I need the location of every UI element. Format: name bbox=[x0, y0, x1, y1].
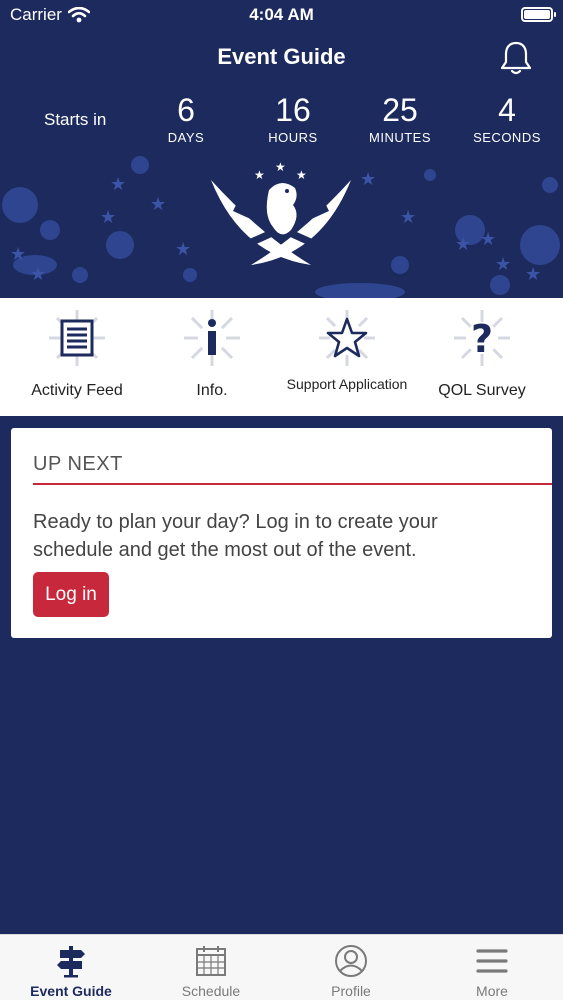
tab-event-guide[interactable]: Event Guide bbox=[1, 935, 141, 1000]
up-next-message: Ready to plan your day? Log in to create… bbox=[33, 511, 438, 561]
quick-link-info[interactable]: Info. bbox=[142, 298, 282, 416]
up-next-title: UP NEXT bbox=[33, 453, 123, 475]
quick-link-support-application[interactable]: Support Application bbox=[277, 298, 417, 416]
document-icon bbox=[49, 310, 105, 366]
svg-text:★: ★ bbox=[254, 168, 265, 182]
quick-link-label: QOL Survey bbox=[438, 382, 526, 399]
svg-text:★: ★ bbox=[30, 264, 46, 285]
countdown-hours: 16 HOURS bbox=[248, 92, 338, 145]
question-icon: ? bbox=[454, 310, 510, 366]
calendar-icon bbox=[196, 946, 226, 976]
battery-icon bbox=[521, 7, 556, 22]
countdown-banner: ★ ★ ★ ★ ★ ★ ★ ★ ★ ★ ★ ★ ★ ★ ★ Starts in 6 DAYS 1… bbox=[0, 90, 563, 298]
svg-text:★: ★ bbox=[360, 169, 376, 190]
tab-label: Schedule bbox=[181, 983, 241, 999]
info-icon bbox=[184, 310, 240, 366]
countdown-seconds: 4 SECONDS bbox=[462, 92, 552, 145]
bell-icon[interactable] bbox=[499, 40, 533, 76]
svg-text:?: ? bbox=[471, 317, 493, 361]
countdown-value: 25 bbox=[382, 92, 418, 128]
signpost-icon bbox=[57, 946, 85, 978]
status-time: 4:04 AM bbox=[249, 5, 314, 24]
menu-icon bbox=[476, 949, 508, 973]
countdown-days: 6 DAYS bbox=[141, 92, 231, 145]
svg-text:★: ★ bbox=[10, 244, 26, 265]
svg-text:★: ★ bbox=[175, 239, 191, 260]
countdown-value: 4 bbox=[498, 92, 516, 128]
tab-profile[interactable]: Profile bbox=[281, 935, 421, 1000]
countdown-value: 6 bbox=[177, 92, 195, 128]
svg-text:★: ★ bbox=[100, 207, 116, 228]
svg-text:★: ★ bbox=[480, 229, 496, 250]
svg-text:★: ★ bbox=[275, 160, 286, 174]
quick-links-panel: Activity Feed Info. Support Application bbox=[0, 298, 563, 416]
quick-link-qol-survey[interactable]: ? QOL Survey bbox=[412, 298, 552, 416]
countdown-minutes: 25 MINUTES bbox=[355, 92, 445, 145]
svg-text:★: ★ bbox=[110, 174, 126, 195]
star-icon bbox=[319, 310, 375, 366]
countdown-unit: DAYS bbox=[167, 130, 205, 145]
countdown-unit: MINUTES bbox=[369, 130, 431, 145]
countdown-unit: SECONDS bbox=[473, 130, 541, 145]
tab-schedule[interactable]: Schedule bbox=[141, 935, 281, 1000]
starry-banner-graphic: ★★ ★ ★★ ★ ★★★ ★★★ ★ ★ ★ bbox=[0, 145, 563, 298]
svg-text:★: ★ bbox=[455, 234, 471, 255]
starts-in-label: Starts in bbox=[44, 110, 107, 129]
up-next-card: UP NEXT Ready to plan your day? Log in t… bbox=[11, 428, 552, 638]
quick-link-label: Activity Feed bbox=[31, 382, 123, 399]
profile-icon bbox=[335, 945, 367, 977]
quick-link-activity-feed[interactable]: Activity Feed bbox=[7, 298, 147, 416]
tab-label: Event Guide bbox=[30, 983, 112, 999]
svg-text:★: ★ bbox=[296, 168, 307, 182]
quick-link-label: Support Application bbox=[286, 376, 408, 392]
svg-text:★: ★ bbox=[400, 207, 416, 228]
svg-text:★: ★ bbox=[495, 254, 511, 275]
card-divider bbox=[33, 483, 552, 485]
countdown-value: 16 bbox=[275, 92, 311, 128]
page-title: Event Guide bbox=[217, 44, 346, 69]
status-bar: Carrier 4:04 AM bbox=[0, 0, 563, 30]
login-button[interactable]: Log in bbox=[33, 572, 109, 617]
tab-bar: Event Guide Schedule Profile More bbox=[0, 934, 563, 1000]
svg-text:★: ★ bbox=[525, 264, 541, 285]
tab-more[interactable]: More bbox=[422, 935, 562, 1000]
tab-label: Profile bbox=[331, 983, 371, 999]
quick-link-label: Info. bbox=[196, 382, 228, 399]
svg-text:★: ★ bbox=[150, 194, 166, 215]
countdown-unit: HOURS bbox=[268, 130, 318, 145]
tab-label: More bbox=[476, 983, 508, 999]
